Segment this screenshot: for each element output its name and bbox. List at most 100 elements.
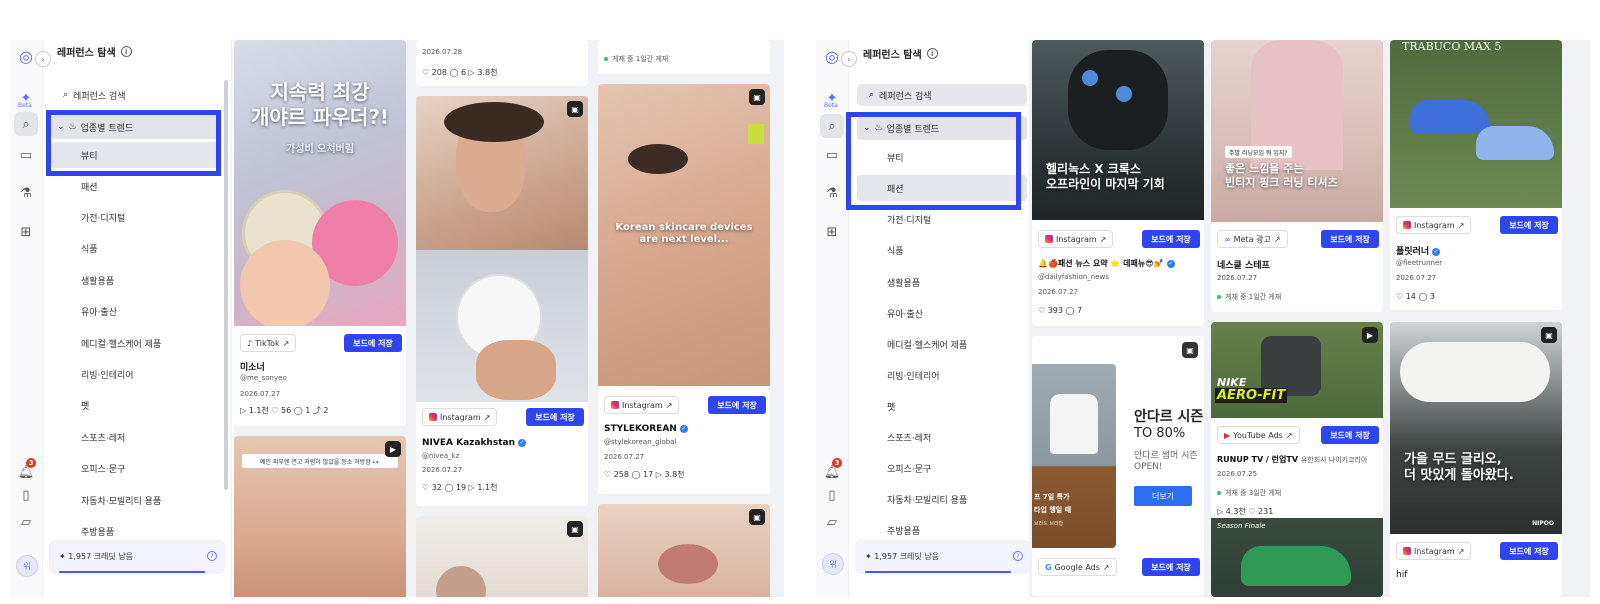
book-icon[interactable]: ▯ bbox=[14, 483, 38, 507]
sidebar-item-category[interactable]: 생활용품 bbox=[857, 269, 1027, 295]
chevron-right-icon[interactable]: › bbox=[841, 51, 857, 67]
card-stats: ♡ 393 ◯ 7 bbox=[1038, 306, 1083, 315]
platform-badge-instagram[interactable]: Instagram ↗ bbox=[1396, 542, 1472, 560]
card-author-name: STYLEKOREAN ✓ bbox=[604, 424, 688, 434]
reference-card[interactable]: 예민 피부엔 연고 처럼이 많았을 등소 처방함 👀 ▶ bbox=[234, 436, 406, 597]
reference-card[interactable]: 게재 중 1일간 게재 bbox=[598, 40, 770, 74]
sidebar-item-category[interactable]: 스포츠·레저 bbox=[51, 424, 221, 450]
save-to-board-button[interactable]: 보드에 저장 bbox=[526, 408, 584, 426]
sidebar-item-category[interactable]: 메디컬·헬스케어 제품 bbox=[857, 331, 1027, 357]
avatar[interactable]: 위 bbox=[822, 553, 844, 575]
card-date: 2026.07.27 bbox=[604, 453, 645, 461]
sidebar-item-category[interactable]: 리빙·인테리어 bbox=[51, 361, 221, 387]
grid-icon[interactable]: ⊞ bbox=[820, 220, 844, 244]
sidebar-item-category[interactable]: 가전·디지털 bbox=[857, 206, 1027, 232]
sidebar-item-category[interactable]: 유아·출산 bbox=[857, 300, 1027, 326]
shoe-image bbox=[1476, 126, 1554, 160]
sidebar-item-category[interactable]: 뷰티 bbox=[51, 142, 221, 168]
sidebar-item-category[interactable]: 오피스·문구 bbox=[857, 455, 1027, 481]
platform-badge-tiktok[interactable]: ♪ TikTok ↗ bbox=[240, 334, 297, 352]
sidebar-item-industry-trends[interactable]: ⌄ ♨ 업종별 트렌드 bbox=[51, 115, 221, 139]
video-icon: ▣ bbox=[567, 101, 583, 117]
reference-card[interactable]: ▣ Instagram ↗ 보드에 저장 NIVEA Kazakhstan ✓ @n… bbox=[416, 96, 588, 506]
search-icon[interactable]: ⌕ bbox=[14, 112, 38, 136]
sidebar-item-category[interactable]: 식품 bbox=[51, 235, 221, 261]
save-to-board-button[interactable]: 보드에 저장 bbox=[1142, 558, 1200, 576]
reference-card[interactable]: NIKE AERO-FIT ▶ ▶ YouTube Ads ↗ 보드에 저장 RUN… bbox=[1211, 322, 1383, 597]
chat-icon[interactable]: ▱ bbox=[14, 510, 38, 534]
reference-card[interactable]: TRABUCO MAX 5 Instagram ↗ 보드에 저장 플릿러너 ✓ @f… bbox=[1390, 40, 1562, 310]
help-icon[interactable]: ? bbox=[1013, 551, 1023, 561]
sidebar-item-category[interactable]: 자동차·모빌리티 용품 bbox=[51, 487, 221, 513]
sidebar-item-category[interactable]: 펫 bbox=[51, 392, 221, 418]
monitor-icon[interactable]: ▭ bbox=[14, 143, 38, 167]
save-to-board-button[interactable]: 보드에 저장 bbox=[344, 334, 402, 352]
notification-badge: 3 bbox=[26, 458, 36, 468]
search-reference-item[interactable]: ⌕ 레퍼런스 검색 bbox=[857, 84, 1027, 106]
save-to-board-button[interactable]: 보드에 저장 bbox=[1500, 542, 1558, 560]
sidebar-item-category[interactable]: 생활용품 bbox=[51, 267, 221, 293]
platform-badge-youtube[interactable]: ▶ YouTube Ads ↗ bbox=[1217, 426, 1300, 444]
grid-icon[interactable]: ⊞ bbox=[14, 220, 38, 244]
tiktok-icon: ♪ bbox=[247, 338, 253, 348]
card-author-name: 플릿러너 ✓ bbox=[1396, 247, 1441, 257]
avatar[interactable]: 위 bbox=[16, 555, 38, 577]
credits-progress-bar bbox=[865, 571, 1011, 573]
sidebar-item-category[interactable]: 뷰티 bbox=[857, 144, 1027, 170]
reference-card[interactable]: ▣ bbox=[416, 516, 588, 597]
sidebar-scrollbar[interactable] bbox=[224, 80, 228, 490]
reference-card[interactable]: 프 7일 특가 타입 챙일 때 브라드 브라함 ▣ 안다르 시즌 TO 80% … bbox=[1032, 336, 1204, 596]
sidebar-item-category[interactable]: 오피스·문구 bbox=[51, 455, 221, 481]
external-link-icon: ↗ bbox=[1273, 234, 1281, 244]
chevron-right-icon[interactable]: › bbox=[35, 51, 51, 67]
instagram-icon bbox=[1403, 547, 1411, 555]
search-reference-item[interactable]: ⌕ 레퍼런스 검색 bbox=[51, 84, 221, 106]
video-icon: ▣ bbox=[1541, 327, 1557, 343]
sidebar-item-category[interactable]: 패션 bbox=[857, 175, 1027, 201]
platform-badge-instagram[interactable]: Instagram ↗ bbox=[1038, 230, 1114, 248]
reference-card[interactable]: 지속력 최강 개야르 파우더?! 가성비 오쳐버림 ♪ TikTok ↗ 보드에 저… bbox=[234, 40, 406, 426]
reference-card[interactable]: Korean skincare devices are next level..… bbox=[598, 84, 770, 494]
book-icon[interactable]: ▯ bbox=[820, 483, 844, 507]
sidebar-item-industry-trends[interactable]: ⌄ ♨ 업종별 트렌드 bbox=[857, 116, 1027, 140]
help-icon[interactable]: ? bbox=[207, 551, 217, 561]
platform-badge-meta[interactable]: ∞ Meta 광고 ↗ bbox=[1217, 230, 1288, 248]
flask-icon[interactable]: ⚗ bbox=[14, 181, 38, 205]
thumbnail-title: 지속력 최강 개야르 파우더?! bbox=[250, 80, 390, 129]
sidebar-item-category[interactable]: 펫 bbox=[857, 393, 1027, 419]
reference-card[interactable]: 주말 러닝모임 뭐 입지? 좋은 느낌을 주는 빈티지 핑크 러닝 티셔츠 ∞ M… bbox=[1211, 40, 1383, 312]
reference-card[interactable]: 가을 무드 글리오, 더 맛있게 돌아왔다. NIPOO ▣ Instagram… bbox=[1390, 322, 1562, 597]
reference-card[interactable]: 2026.07.28 ♡ 208 ◯ 6 ▷ 3.8천 bbox=[416, 40, 588, 86]
platform-badge-instagram[interactable]: Instagram ↗ bbox=[1396, 216, 1472, 234]
chat-icon[interactable]: ▱ bbox=[820, 510, 844, 534]
flask-icon[interactable]: ⚗ bbox=[820, 181, 844, 205]
sidebar-item-category[interactable]: 유아·출산 bbox=[51, 298, 221, 324]
save-to-board-button[interactable]: 보드에 저장 bbox=[1500, 216, 1558, 234]
save-to-board-button[interactable]: 보드에 저장 bbox=[1321, 230, 1379, 248]
sidebar-item-category[interactable]: 패션 bbox=[51, 173, 221, 199]
promo-line: 프 7일 특가 bbox=[1034, 493, 1070, 501]
search-icon[interactable]: ⌕ bbox=[820, 114, 844, 138]
info-icon[interactable]: i bbox=[926, 48, 938, 59]
more-button[interactable]: 더보기 bbox=[1134, 486, 1192, 506]
sidebar-item-category[interactable]: 식품 bbox=[857, 237, 1027, 263]
sidebar-item-category[interactable]: 메디컬·헬스케어 제품 bbox=[51, 330, 221, 356]
card-thumbnail: ▣ bbox=[598, 504, 770, 597]
card-thumbnail: TRABUCO MAX 5 bbox=[1390, 40, 1562, 208]
save-to-board-button[interactable]: 보드에 저장 bbox=[1142, 230, 1200, 248]
reference-card[interactable]: ▣ bbox=[598, 504, 770, 597]
sidebar-item-category[interactable]: 자동차·모빌리티 용품 bbox=[857, 486, 1027, 512]
platform-badge-google-ads[interactable]: G Google Ads ↗ bbox=[1038, 558, 1117, 576]
thumbnail-subtitle: 가성비 오쳐버림 bbox=[286, 144, 354, 155]
platform-badge-instagram[interactable]: Instagram ↗ bbox=[604, 396, 680, 414]
sidebar-item-category[interactable]: 가전·디지털 bbox=[51, 204, 221, 230]
save-to-board-button[interactable]: 보드에 저장 bbox=[1321, 426, 1379, 444]
powder-image bbox=[240, 240, 330, 326]
sidebar-item-category[interactable]: 스포츠·레저 bbox=[857, 424, 1027, 450]
sidebar-item-category[interactable]: 리빙·인테리어 bbox=[857, 362, 1027, 388]
monitor-icon[interactable]: ▭ bbox=[820, 143, 844, 167]
info-icon[interactable]: i bbox=[120, 46, 132, 57]
save-to-board-button[interactable]: 보드에 저장 bbox=[708, 396, 766, 414]
reference-card[interactable]: 헬리녹스 X 크록스 오프라인이 마지막 기회 Instagram ↗ 보드에 저… bbox=[1032, 40, 1204, 326]
platform-badge-instagram[interactable]: Instagram ↗ bbox=[422, 408, 498, 426]
